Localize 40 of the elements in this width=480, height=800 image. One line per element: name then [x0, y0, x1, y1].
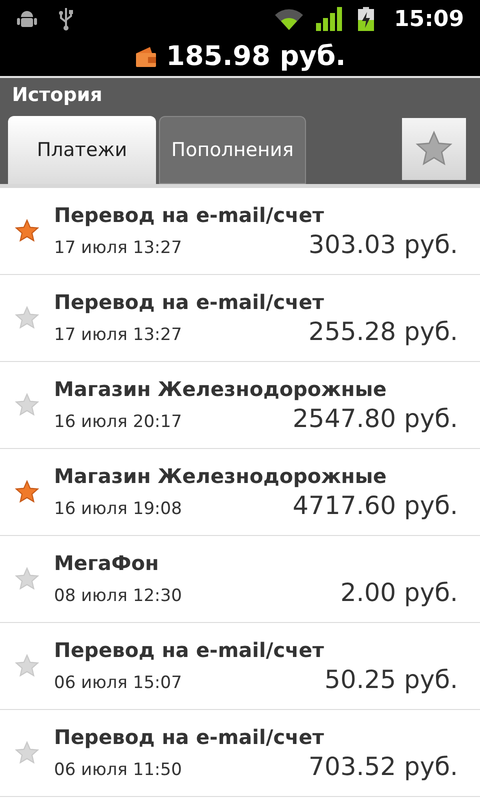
empty-star-icon[interactable] — [14, 653, 40, 679]
payment-date: 17 июля 13:27 — [54, 324, 182, 347]
payment-title: Магазин Железнодорожные — [54, 376, 388, 403]
payment-amount: 303.03 руб. — [308, 229, 458, 261]
usb-icon — [58, 7, 74, 31]
payment-amount: 2.00 руб. — [340, 577, 458, 609]
payment-title: Перевод на e-mail/счет — [54, 202, 325, 229]
tab[interactable]: Платежи — [8, 116, 156, 184]
tab[interactable]: Пополнения — [159, 116, 306, 184]
empty-star-icon[interactable] — [14, 305, 40, 331]
empty-star-icon[interactable] — [14, 566, 40, 592]
empty-star-icon[interactable] — [14, 392, 40, 418]
payment-title: Перевод на e-mail/счет — [54, 724, 325, 751]
payment-amount: 703.52 руб. — [308, 751, 458, 783]
payment-amount: 2547.80 руб. — [292, 403, 458, 435]
wifi-icon — [274, 8, 304, 30]
payment-amount: 4717.60 руб. — [292, 490, 458, 522]
status-time: 15:09 — [394, 6, 464, 34]
favorites-filter-button[interactable] — [402, 118, 466, 180]
payment-title: Магазин Железнодорожные — [54, 463, 388, 490]
battery-charging-icon — [358, 7, 374, 31]
payment-date: 16 июля 20:17 — [54, 411, 182, 434]
payment-title: Перевод на e-mail/счет — [54, 289, 325, 316]
wallet-icon — [134, 45, 158, 69]
payment-title: Перевод на e-mail/счет — [54, 637, 325, 664]
payment-date: 17 июля 13:27 — [54, 237, 182, 260]
payment-date: 16 июля 19:08 — [54, 498, 182, 521]
payment-date: 06 июля 15:07 — [54, 672, 182, 695]
payment-date: 06 июля 11:50 — [54, 759, 182, 782]
signal-icon — [316, 7, 342, 31]
filled-star-icon[interactable] — [14, 218, 40, 244]
filled-star-icon[interactable] — [14, 479, 40, 505]
payment-date: 08 июля 12:30 — [54, 585, 182, 608]
section-title: История — [11, 83, 104, 108]
balance-amount: 185.98 руб. — [166, 40, 346, 74]
payment-title: МегаФон — [54, 550, 160, 577]
payment-amount: 255.28 руб. — [308, 316, 458, 348]
android-icon — [16, 9, 38, 29]
payment-amount: 50.25 руб. — [324, 664, 458, 696]
empty-star-icon[interactable] — [14, 740, 40, 766]
